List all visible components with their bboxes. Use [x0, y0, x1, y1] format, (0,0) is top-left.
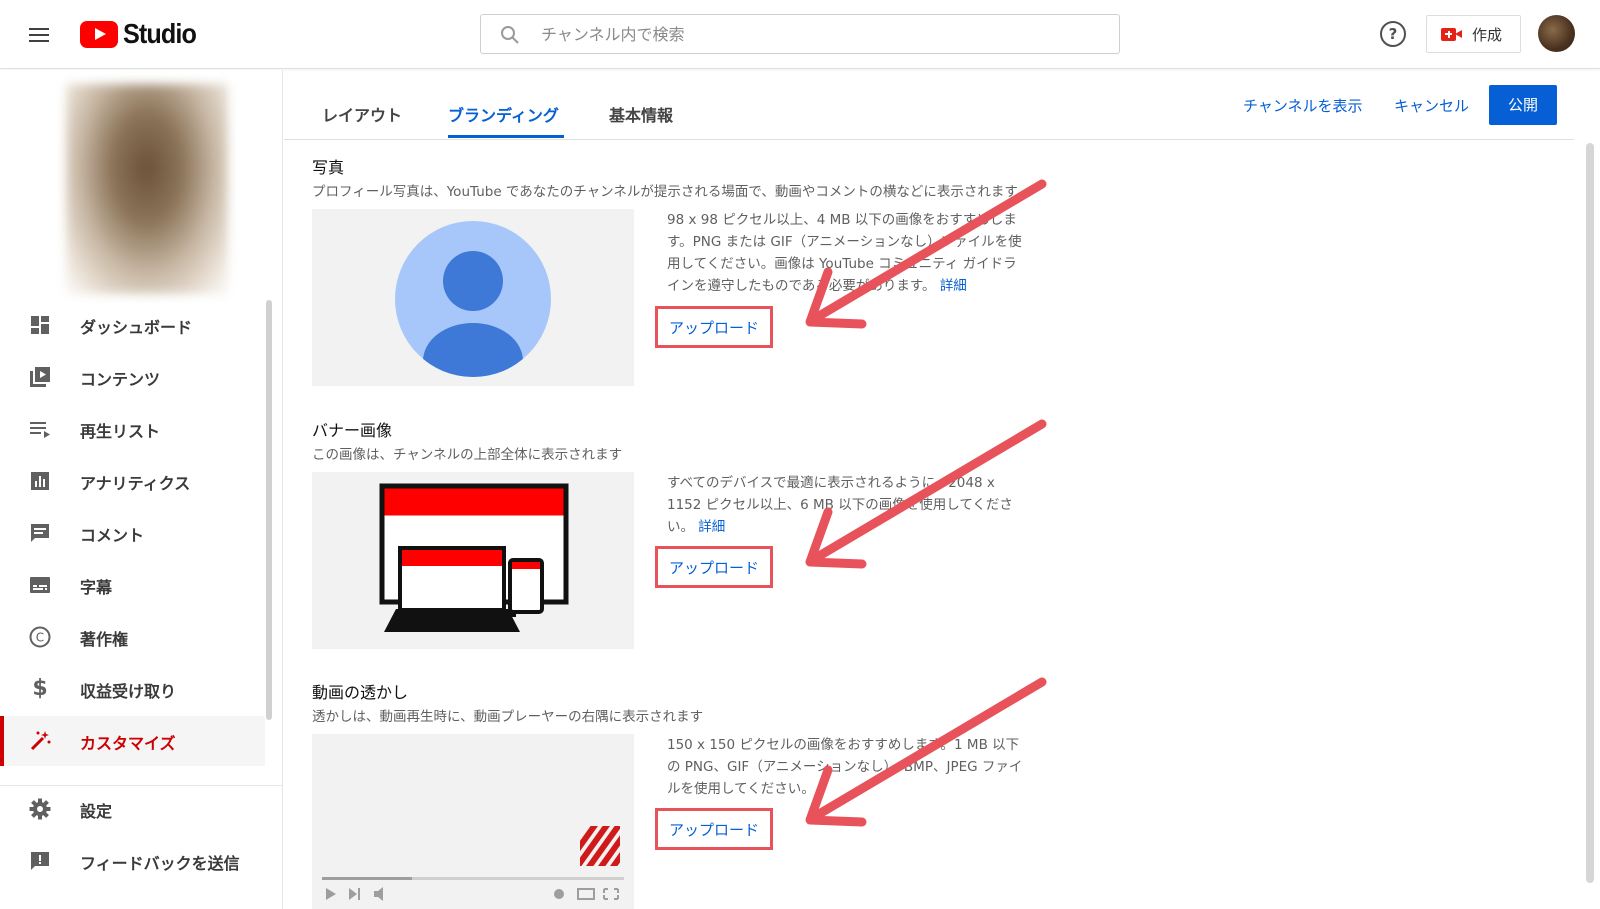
- sidebar-item-monetization[interactable]: $ 収益受け取り: [0, 664, 265, 714]
- sidebar-item-analytics[interactable]: アナリティクス: [0, 456, 265, 506]
- sidebar-item-settings[interactable]: 設定: [0, 784, 265, 834]
- video-camera-icon: [1441, 27, 1463, 42]
- channel-profile-picture[interactable]: [66, 84, 228, 294]
- gear-icon: [29, 798, 51, 820]
- magic-wand-icon: [30, 731, 51, 751]
- sidebar-item-label: アナリティクス: [80, 474, 191, 493]
- sidebar-item-label: フィードバックを送信: [80, 854, 240, 873]
- feedback-icon: [31, 852, 49, 870]
- sidebar-item-label: コンテンツ: [80, 370, 161, 389]
- banner-section-title: バナー画像: [312, 421, 393, 440]
- active-tab-indicator: [448, 135, 564, 138]
- youtube-studio-logo[interactable]: Studio: [80, 18, 204, 50]
- main-scrollbar[interactable]: [1586, 143, 1594, 883]
- create-button[interactable]: 作成: [1426, 15, 1521, 53]
- dashboard-icon: [31, 316, 49, 334]
- photo-learn-more-link[interactable]: 詳細: [940, 278, 967, 294]
- sidebar-item-playlists[interactable]: 再生リスト: [0, 404, 265, 454]
- sidebar-item-label: ダッシュボード: [80, 318, 193, 337]
- top-bar: Studio ? 作成: [0, 0, 1600, 69]
- photo-section-title: 写真: [312, 158, 345, 177]
- watermark-section-description: 透かしは、動画再生時に、動画プレーヤーの右隅に表示されます: [312, 709, 704, 725]
- default-avatar-icon: [395, 221, 551, 377]
- watermark-info-text: 150 x 150 ピクセルの画像をおすすめします。1 MB 以下の PNG、G…: [667, 734, 1029, 800]
- video-player-preview: [322, 826, 624, 901]
- sidebar-item-comments[interactable]: コメント: [0, 508, 265, 558]
- sidebar-item-label: 収益受け取り: [80, 682, 177, 701]
- sidebar-item-label: 設定: [80, 802, 113, 821]
- sidebar-item-customization[interactable]: カスタマイズ: [0, 716, 265, 766]
- sidebar-item-copyright[interactable]: C 著作権: [0, 612, 265, 662]
- sidebar-item-subtitles[interactable]: 字幕: [0, 560, 265, 610]
- sidebar-scrollbar[interactable]: [266, 300, 272, 720]
- youtube-play-icon: [80, 20, 118, 48]
- photo-upload-button[interactable]: アップロード: [655, 306, 773, 348]
- watermark-preview: [312, 734, 634, 909]
- banner-learn-more-link[interactable]: 詳細: [698, 519, 725, 535]
- sidebar-item-label: 著作権: [80, 630, 129, 649]
- content-icon: [30, 367, 50, 387]
- profile-photo-preview: [312, 209, 634, 386]
- comment-icon: [31, 524, 49, 542]
- svg-text:C: C: [36, 631, 44, 645]
- tab-branding[interactable]: ブランディング: [448, 102, 559, 126]
- watermark-section-title: 動画の透かし: [312, 683, 409, 702]
- devices-banner-icon: [379, 483, 569, 632]
- search-box[interactable]: [480, 14, 1120, 54]
- publish-button[interactable]: 公開: [1489, 85, 1557, 125]
- watermark-info-body: 150 x 150 ピクセルの画像をおすすめします。1 MB 以下の PNG、G…: [667, 737, 1023, 797]
- banner-info-text: すべてのデバイスで最適に表示されるように、2048 x 1152 ピクセル以上、…: [667, 472, 1029, 538]
- sidebar-item-feedback[interactable]: フィードバックを送信: [0, 836, 265, 886]
- dollar-icon: $: [32, 676, 48, 701]
- banner-preview: [312, 472, 634, 649]
- watermark-upload-button[interactable]: アップロード: [655, 808, 773, 850]
- tab-layout[interactable]: レイアウト: [322, 102, 402, 126]
- create-label: 作成: [1472, 25, 1503, 44]
- photo-info-body: 98 x 98 ピクセル以上、4 MB 以下の画像をおすすめします。PNG また…: [667, 212, 1022, 294]
- view-channel-button[interactable]: チャンネルを表示: [1243, 95, 1363, 116]
- sidebar-item-dashboard[interactable]: ダッシュボード: [0, 300, 265, 350]
- search-icon: [501, 26, 519, 44]
- sidebar-item-label: 再生リスト: [80, 422, 161, 441]
- tab-basic-info[interactable]: 基本情報: [609, 102, 673, 126]
- copyright-icon: C: [29, 626, 51, 648]
- search-input[interactable]: [541, 21, 1101, 48]
- photo-info-text: 98 x 98 ピクセル以上、4 MB 以下の画像をおすすめします。PNG また…: [667, 209, 1029, 297]
- sidebar-item-label: 字幕: [80, 578, 113, 597]
- playlist-icon: [30, 422, 50, 438]
- cancel-button[interactable]: キャンセル: [1394, 95, 1469, 116]
- help-icon[interactable]: ?: [1380, 21, 1406, 47]
- account-avatar[interactable]: [1538, 15, 1575, 52]
- photo-section-description: プロフィール写真は、YouTube であなたのチャンネルが提示される場面で、動画…: [312, 184, 1030, 200]
- analytics-icon: [31, 472, 49, 490]
- logo-text: Studio: [123, 18, 197, 49]
- sidebar-item-content[interactable]: コンテンツ: [0, 352, 265, 402]
- sidebar-item-label: コメント: [80, 526, 145, 545]
- banner-section-description: この画像は、チャンネルの上部全体に表示されます: [312, 447, 623, 463]
- banner-upload-button[interactable]: アップロード: [655, 546, 773, 588]
- sidebar-item-label: カスタマイズ: [80, 734, 176, 753]
- menu-icon[interactable]: [24, 20, 54, 50]
- subtitles-icon: [30, 577, 50, 593]
